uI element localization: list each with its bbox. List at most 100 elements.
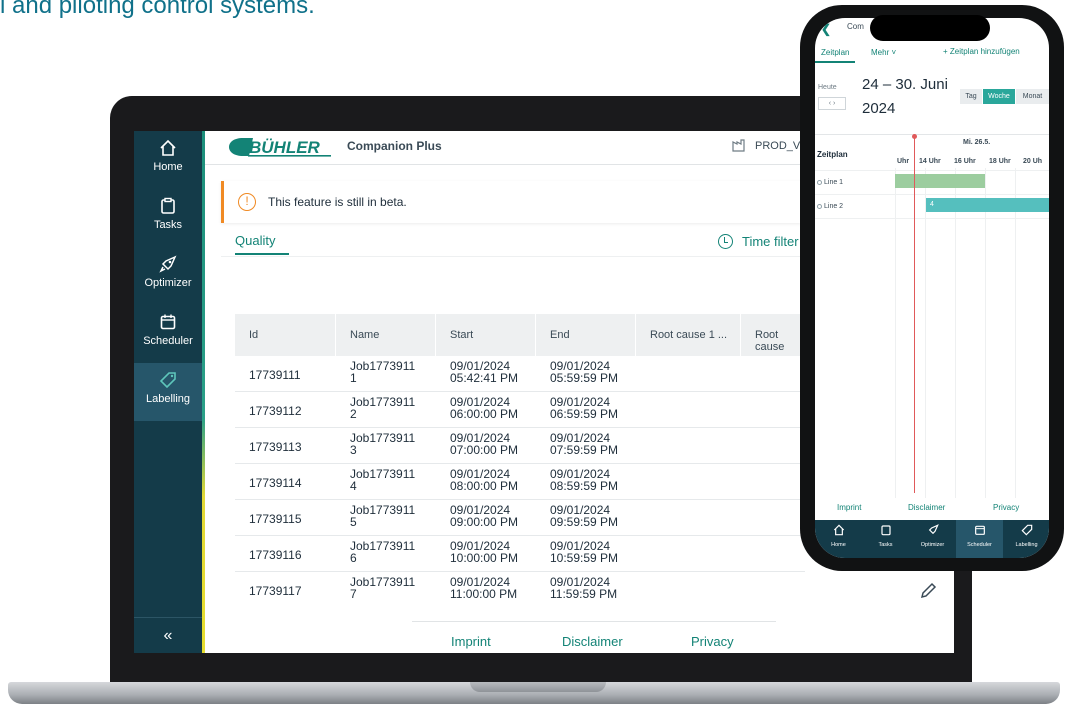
clipboard-icon xyxy=(862,520,909,542)
sidebar-item-label: Home xyxy=(153,161,183,173)
sidebar-item-tasks[interactable]: Tasks xyxy=(134,189,202,247)
cell-id: 17739114 xyxy=(249,476,302,490)
table-row[interactable]: 17739113 Job1773911 3 09/01/2024 07:00:00 … xyxy=(235,428,805,464)
nav-label: Optimizer xyxy=(920,542,945,548)
cell-name: Job1773911 6 xyxy=(350,539,416,565)
hour-label: Uhr xyxy=(897,158,910,165)
circle-icon xyxy=(817,179,822,185)
column-header-id[interactable]: Id xyxy=(249,329,258,341)
row-header: Zeitplan xyxy=(817,150,848,159)
edit-pencil-icon[interactable] xyxy=(918,581,938,606)
cell-end: 09/01/2024 10:59:59 PM xyxy=(550,539,619,565)
product-selector[interactable]: PROD_V1 xyxy=(755,140,806,152)
table-row[interactable]: 17739112 Job1773911 2 09/01/2024 06:00:00 … xyxy=(235,392,805,428)
nav-optimizer[interactable]: Optimizer xyxy=(909,520,956,558)
sidebar-item-labelling[interactable]: Labelling xyxy=(134,363,202,421)
column-header-start[interactable]: Start xyxy=(450,329,473,341)
today-button[interactable]: Heute xyxy=(818,84,837,91)
segment-woche[interactable]: Woche xyxy=(983,89,1015,104)
calendar-divider xyxy=(815,134,1049,135)
back-icon[interactable]: ❮ xyxy=(821,22,831,36)
home-icon xyxy=(134,131,202,159)
table-row[interactable]: 17739111 Job1773911 1 09/01/2024 05:42:41 … xyxy=(235,356,805,392)
cell-name: Job1773911 4 xyxy=(350,467,416,493)
sidebar-item-label: Scheduler xyxy=(143,335,193,347)
table-row[interactable]: 17739116 Job1773911 6 09/01/2024 10:00:00 … xyxy=(235,536,805,572)
column-header-end[interactable]: End xyxy=(550,329,570,341)
cell-end: 09/01/2024 07:59:59 PM xyxy=(550,431,619,457)
sidebar-item-label: Tasks xyxy=(153,219,183,231)
grid-row xyxy=(815,218,1049,219)
segment-monat[interactable]: Monat xyxy=(1016,89,1049,104)
column-header-name[interactable]: Name xyxy=(350,329,379,341)
phone-bottom-nav: Home Tasks Optimizer Scheduler Labelling xyxy=(815,520,1049,558)
schedule-bar[interactable]: 4 xyxy=(926,198,1049,212)
tabs-divider xyxy=(221,256,801,257)
table-row[interactable]: 17739117 Job1773911 7 09/01/2024 11:00:00 … xyxy=(235,572,805,602)
sidebar-item-optimizer[interactable]: Optimizer xyxy=(134,247,202,305)
cell-end: 09/01/2024 09:59:59 PM xyxy=(550,503,619,529)
warning-icon: ! xyxy=(238,193,256,211)
sidebar-item-home[interactable]: Home xyxy=(134,131,202,189)
schedule-bar[interactable] xyxy=(895,174,985,188)
sidebar: Home Tasks Optimizer Scheduler Labelling xyxy=(134,131,202,653)
cell-id: 17739116 xyxy=(249,548,302,562)
active-tab-indicator xyxy=(235,253,289,255)
cell-start: 09/01/2024 09:00:00 PM xyxy=(450,503,519,529)
column-header-root-cause[interactable]: Root cause xyxy=(755,329,805,353)
calendar-icon xyxy=(134,305,202,333)
factory-icon xyxy=(732,138,746,157)
week-nav-arrows[interactable]: ‹ › xyxy=(818,97,846,110)
cell-name: Job1773911 2 xyxy=(350,395,416,421)
home-icon xyxy=(815,520,862,542)
hour-label: 20 Uh xyxy=(1023,158,1043,165)
disclaimer-link[interactable]: Disclaimer xyxy=(908,503,945,512)
date-range: 24 – 30. Juni xyxy=(862,76,948,93)
cell-start: 09/01/2024 05:42:41 PM xyxy=(450,359,519,385)
cell-end: 09/01/2024 11:59:59 PM xyxy=(550,575,618,601)
column-divider xyxy=(335,314,336,356)
disclaimer-link[interactable]: Disclaimer xyxy=(562,634,623,649)
privacy-link[interactable]: Privacy xyxy=(993,503,1019,512)
cell-start: 09/01/2024 10:00:00 PM xyxy=(450,539,519,565)
grid-row xyxy=(815,194,1049,195)
nav-label: Scheduler xyxy=(967,542,992,548)
tab-mehr[interactable]: Mehr ˅ xyxy=(871,48,896,57)
cell-id: 17739112 xyxy=(249,404,302,418)
sidebar-item-label: Optimizer xyxy=(144,277,192,289)
privacy-link[interactable]: Privacy xyxy=(691,634,734,649)
nav-home[interactable]: Home xyxy=(815,520,862,558)
segment-tag[interactable]: Tag xyxy=(960,89,982,104)
table-row[interactable]: 17739115 Job1773911 5 09/01/2024 09:00:00 … xyxy=(235,500,805,536)
nav-tasks[interactable]: Tasks xyxy=(862,520,909,558)
column-divider xyxy=(740,314,741,356)
cell-id: 17739113 xyxy=(249,440,302,454)
line-label: Line 1 xyxy=(817,179,843,186)
nav-labelling[interactable]: Labelling xyxy=(1003,520,1049,558)
phone-header-title: Com xyxy=(847,22,864,31)
nav-scheduler[interactable]: Scheduler xyxy=(956,520,1003,558)
svg-text:BÜHLER: BÜHLER xyxy=(249,138,321,157)
sidebar-item-scheduler[interactable]: Scheduler xyxy=(134,305,202,363)
clock-icon[interactable] xyxy=(718,234,733,249)
tab-quality[interactable]: Quality xyxy=(235,233,275,248)
collapse-sidebar-button[interactable]: « xyxy=(134,617,202,653)
cell-end: 09/01/2024 06:59:59 PM xyxy=(550,395,619,421)
date-year: 2024 xyxy=(862,100,896,117)
time-filter-button[interactable]: Time filter xyxy=(742,234,799,249)
table-row[interactable]: 17739114 Job1773911 4 09/01/2024 08:00:00 … xyxy=(235,464,805,500)
tab-zeitplan[interactable]: Zeitplan xyxy=(821,48,849,57)
column-divider xyxy=(535,314,536,356)
buhler-logo: BÜHLER xyxy=(229,138,331,157)
column-header-root-cause-1[interactable]: Root cause 1 ... xyxy=(650,329,727,341)
cell-end: 09/01/2024 08:59:59 PM xyxy=(550,467,619,493)
cell-name: Job1773911 1 xyxy=(350,359,416,385)
footer-divider xyxy=(412,621,776,622)
imprint-link[interactable]: Imprint xyxy=(451,634,491,649)
imprint-link[interactable]: Imprint xyxy=(837,503,861,512)
clipboard-icon xyxy=(134,189,202,217)
nav-label: Tasks xyxy=(878,542,893,548)
beta-banner-text: This feature is still in beta. xyxy=(268,195,407,209)
table-header: Id Name Start End Root cause 1 ... Root … xyxy=(235,314,805,356)
add-schedule-button[interactable]: + Zeitplan hinzufügen xyxy=(943,47,1020,56)
